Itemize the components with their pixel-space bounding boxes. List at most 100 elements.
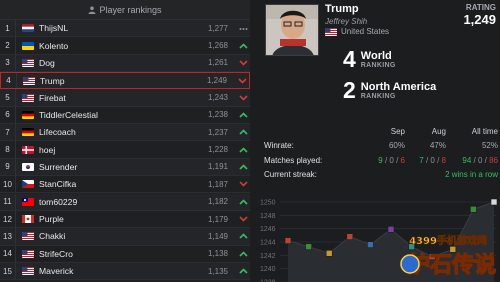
player-rankings-panel: Player rankings 1 ThijsNL 1,277 2 Kolento 1,2… bbox=[0, 0, 250, 282]
rank-divider bbox=[15, 37, 16, 54]
player-rank: 2 bbox=[5, 41, 10, 51]
chart-ytick-label: 1240 bbox=[260, 266, 276, 273]
col-all-time: All time bbox=[471, 126, 498, 136]
player-name[interactable]: StrifeCro bbox=[39, 249, 188, 259]
player-avatar bbox=[265, 4, 319, 56]
user-icon bbox=[88, 6, 96, 14]
winrate-sep: 60% bbox=[388, 141, 405, 151]
us-flag-icon bbox=[22, 249, 34, 258]
player-row[interactable]: 1 ThijsNL 1,277 bbox=[0, 20, 250, 38]
player-rating: 1,135 bbox=[207, 266, 228, 276]
rank-divider bbox=[15, 141, 16, 158]
player-rating: 1,237 bbox=[207, 127, 228, 137]
player-rank: 9 bbox=[5, 162, 10, 172]
player-name[interactable]: Purple bbox=[39, 214, 188, 224]
chart-point bbox=[325, 250, 333, 257]
player-rating: 1,249 bbox=[206, 76, 227, 86]
player-name[interactable]: Trump bbox=[40, 76, 187, 86]
trend-up-icon bbox=[236, 162, 250, 172]
us-flag-icon bbox=[22, 93, 34, 102]
de-flag-icon bbox=[22, 110, 34, 119]
profile-country: United States bbox=[325, 27, 389, 36]
player-row[interactable]: 6 TiddlerCelestial 1,238 bbox=[0, 106, 250, 125]
player-row[interactable]: 15 Maverick 1,135 bbox=[0, 262, 250, 281]
player-row[interactable]: 4 Trump 1,249 bbox=[0, 72, 250, 90]
chart-point bbox=[387, 226, 395, 233]
player-rating: 1,138 bbox=[207, 249, 228, 259]
rank-divider bbox=[15, 193, 16, 210]
player-name[interactable]: Firebat bbox=[39, 93, 188, 103]
chart-point bbox=[284, 237, 292, 244]
player-row[interactable]: 12 Purple 1,179 bbox=[0, 210, 250, 229]
rank-divider bbox=[15, 262, 16, 280]
player-row[interactable]: 11 tom60229 1,182 bbox=[0, 193, 250, 211]
player-name[interactable]: tom60229 bbox=[39, 197, 188, 207]
chart-ytick-label: 1246 bbox=[260, 226, 276, 233]
us-flag-icon bbox=[22, 58, 34, 67]
player-row[interactable]: 9 Surrender 1,191 bbox=[0, 158, 250, 177]
rankings-header-title: Player rankings bbox=[99, 5, 162, 15]
chart-ytick-label: 1242 bbox=[260, 253, 276, 260]
player-name[interactable]: StanCifka bbox=[39, 179, 188, 189]
rank-divider bbox=[15, 89, 16, 106]
player-name[interactable]: Maverick bbox=[39, 266, 188, 276]
player-rating: 1,187 bbox=[207, 179, 228, 189]
ua-flag-icon bbox=[22, 41, 34, 50]
winrate-all-time: 52% bbox=[481, 141, 498, 151]
matches-row: Matches played: 9 / 0 / 6 7 / 0 / 8 94 /… bbox=[264, 153, 498, 168]
kr-flag-icon bbox=[22, 162, 34, 171]
player-row[interactable]: 10 StanCifka 1,187 bbox=[0, 176, 250, 194]
rank-divider bbox=[15, 158, 16, 176]
player-row[interactable]: 2 Kolento 1,268 bbox=[0, 37, 250, 55]
col-sep: Sep bbox=[390, 126, 405, 136]
trend-up-icon bbox=[236, 266, 250, 276]
trend-up-icon bbox=[236, 127, 250, 137]
rank-divider bbox=[15, 176, 16, 193]
cz-flag-icon bbox=[22, 180, 34, 189]
player-rating: 1,228 bbox=[207, 145, 228, 155]
rankings-header: Player rankings bbox=[0, 0, 250, 20]
tw-flag-icon bbox=[22, 197, 34, 206]
player-name[interactable]: Dog bbox=[39, 58, 188, 68]
rank-divider bbox=[15, 228, 16, 245]
player-rating: 1,243 bbox=[207, 93, 228, 103]
winrate-row: Winrate: 60% 47% 52% bbox=[264, 139, 498, 154]
trend-down-icon bbox=[235, 76, 249, 86]
profile-real-name: Jeffrey Shih bbox=[325, 17, 368, 26]
player-row[interactable]: 7 Lifecoach 1,237 bbox=[0, 124, 250, 142]
stats-table: Sep Aug All time Winrate: 60% 47% 52% Ma… bbox=[264, 124, 498, 182]
watermark-brand: 炉石传说 bbox=[408, 252, 496, 278]
player-row[interactable]: 13 Chakki 1,149 bbox=[0, 228, 250, 246]
us-flag-icon bbox=[325, 27, 337, 36]
trend-down-icon bbox=[236, 93, 250, 103]
player-rating: 1,277 bbox=[207, 23, 228, 33]
player-name[interactable]: Kolento bbox=[39, 41, 188, 51]
ca-flag-icon bbox=[22, 215, 34, 224]
player-rank: 10 bbox=[3, 179, 12, 189]
player-row[interactable]: 8 hoej 1,228 bbox=[0, 141, 250, 159]
player-name[interactable]: Surrender bbox=[39, 162, 188, 172]
player-rank: 8 bbox=[5, 145, 10, 155]
player-name[interactable]: ThijsNL bbox=[39, 23, 188, 33]
col-aug: Aug bbox=[431, 126, 446, 136]
rank-divider bbox=[16, 73, 17, 89]
region-ranking: 2 North America RANKING bbox=[343, 79, 436, 102]
nl-flag-icon bbox=[22, 24, 34, 33]
player-name[interactable]: Chakki bbox=[39, 231, 188, 241]
player-row[interactable]: 14 StrifeCro 1,138 bbox=[0, 245, 250, 263]
player-rating: 1,191 bbox=[207, 162, 228, 172]
player-name[interactable]: Lifecoach bbox=[39, 127, 188, 137]
player-name[interactable]: hoej bbox=[39, 145, 188, 155]
player-row[interactable]: 3 Dog 1,261 bbox=[0, 54, 250, 73]
streak-value: 2 wins in a row bbox=[445, 170, 498, 180]
player-rank: 15 bbox=[3, 266, 12, 276]
de-flag-icon bbox=[22, 128, 34, 137]
player-name[interactable]: TiddlerCelestial bbox=[39, 110, 188, 120]
player-rating: 1,268 bbox=[207, 41, 228, 51]
rank-divider bbox=[15, 20, 16, 37]
rank-divider bbox=[15, 106, 16, 124]
matches-all-time: 94 / 0 / 86 bbox=[462, 155, 498, 165]
player-row[interactable]: 5 Firebat 1,243 bbox=[0, 89, 250, 107]
trend-up-icon bbox=[236, 249, 250, 259]
matches-sep: 9 / 0 / 6 bbox=[378, 155, 405, 165]
